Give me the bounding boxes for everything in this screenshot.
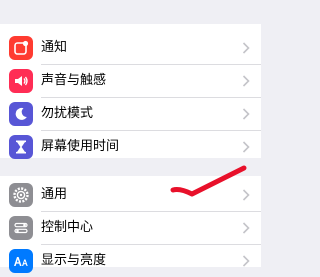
settings-row-notifications[interactable]: 通知 [0, 32, 261, 64]
chevron-right-icon [242, 222, 250, 234]
gear-icon [9, 183, 33, 207]
settings-row-display-brightness[interactable]: 显示与亮度 [0, 245, 261, 277]
settings-row-label: 显示与亮度 [41, 253, 107, 268]
control-center-icon [9, 216, 33, 240]
settings-row-label: 控制中心 [41, 220, 94, 235]
chevron-right-icon [242, 255, 250, 267]
chevron-right-icon [242, 75, 250, 87]
chevron-right-icon [242, 141, 250, 153]
moon-icon [9, 102, 33, 126]
notifications-icon [9, 36, 33, 60]
hourglass-icon [9, 135, 33, 159]
chevron-right-icon [242, 42, 250, 54]
settings-row-label: 通知 [41, 40, 68, 55]
settings-row-label: 通用 [41, 187, 68, 202]
settings-row-label: 屏幕使用时间 [41, 139, 120, 154]
red-checkmark-icon [170, 165, 247, 197]
settings-row-do-not-disturb[interactable]: 勿扰模式 [0, 98, 261, 130]
settings-row-label: 勿扰模式 [41, 106, 94, 121]
settings-group-1: 通知 声音与触感 勿扰模式 屏幕使用时间 [0, 24, 261, 159]
display-brightness-icon [9, 249, 33, 273]
speaker-icon [9, 69, 33, 93]
settings-row-screen-time[interactable]: 屏幕使用时间 [0, 131, 261, 163]
chevron-right-icon [242, 108, 250, 120]
settings-row-label: 声音与触感 [41, 73, 107, 88]
settings-row-sounds-haptics[interactable]: 声音与触感 [0, 65, 261, 97]
settings-row-control-center[interactable]: 控制中心 [0, 212, 261, 244]
